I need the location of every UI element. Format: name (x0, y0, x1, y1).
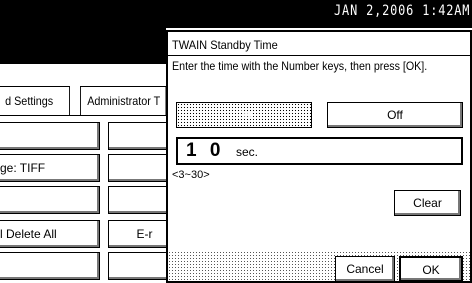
datetime-display: JAN 2,2006 1:42AM (333, 3, 470, 19)
standby-time-dialog: TWAIN Standby Time Enter the time with t… (166, 30, 472, 283)
dialog-title: TWAIN Standby Time (172, 38, 278, 52)
tab-divider (0, 115, 166, 116)
off-button-label: Off (387, 108, 403, 122)
on-button-label: On (235, 108, 252, 122)
dialog-title-divider (168, 55, 470, 56)
tab-settings[interactable]: d Settings (0, 86, 70, 116)
setting-button-7[interactable]: l Delete All (0, 220, 100, 248)
ok-button-label: OK (422, 263, 440, 277)
dialog-instruction: Enter the time with the Number keys, the… (172, 59, 428, 73)
setting-button-3[interactable]: ge: TIFF (0, 154, 100, 182)
setting-button-1[interactable] (0, 122, 100, 150)
tab-administrator-tools[interactable]: Administrator T (80, 86, 167, 116)
clear-button[interactable]: Clear (394, 190, 461, 216)
screen-title-bar (0, 28, 166, 64)
ok-button[interactable]: OK (399, 256, 463, 282)
cancel-button[interactable]: Cancel (335, 256, 395, 282)
off-button[interactable]: Off (327, 102, 463, 128)
setting-button-5[interactable] (0, 186, 100, 214)
cancel-button-label: Cancel (346, 262, 384, 276)
status-bar: JAN 2,2006 1:42AM (0, 0, 472, 28)
time-unit: sec. (236, 145, 259, 159)
time-value: 1 0 (186, 140, 225, 161)
on-button[interactable]: On (176, 102, 312, 128)
value-range: <3~30> (172, 169, 210, 181)
setting-button-9[interactable] (0, 252, 100, 280)
clear-button-label: Clear (413, 196, 442, 210)
time-value-field[interactable]: 1 0 sec. (176, 137, 463, 165)
